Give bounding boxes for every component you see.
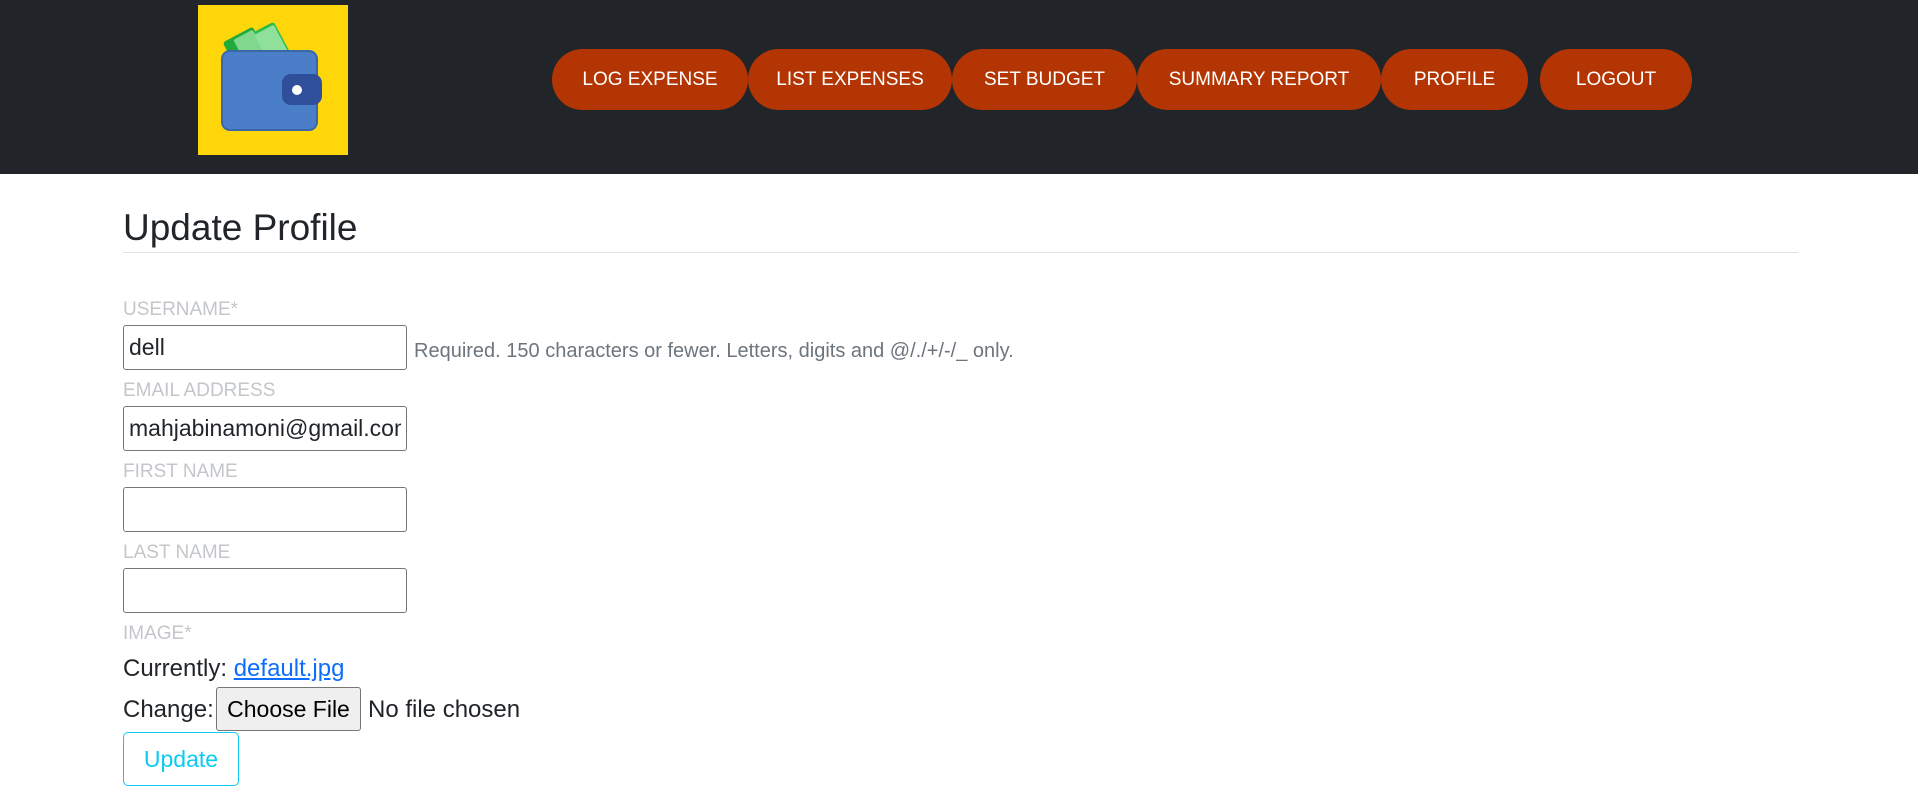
nav-list-expenses-button[interactable]: LIST EXPENSES [748, 49, 952, 110]
top-navbar: LOG EXPENSE LIST EXPENSES SET BUDGET SUM… [0, 0, 1918, 174]
last-name-input[interactable] [123, 568, 407, 613]
update-button[interactable]: Update [123, 732, 239, 786]
email-input[interactable] [123, 406, 407, 451]
last-name-label: LAST NAME [123, 542, 231, 563]
nav-logout-button[interactable]: LOGOUT [1540, 49, 1692, 110]
nav-list-expenses-label: LIST EXPENSES [776, 68, 924, 90]
first-name-input[interactable] [123, 487, 407, 532]
email-label: EMAIL ADDRESS [123, 380, 276, 401]
first-name-label: FIRST NAME [123, 461, 238, 482]
nav-profile-button[interactable]: PROFILE [1381, 49, 1528, 110]
username-input[interactable] [123, 325, 407, 370]
change-label: Change: [123, 696, 214, 723]
username-label: USERNAME* [123, 299, 239, 320]
nav-log-expense-label: LOG EXPENSE [582, 68, 718, 90]
page-title: Update Profile [123, 207, 358, 248]
update-button-label: Update [143, 745, 219, 772]
nav-logout-label: LOGOUT [1575, 68, 1657, 90]
nav-log-expense-button[interactable]: LOG EXPENSE [552, 49, 748, 110]
current-image-link[interactable]: default.jpg [234, 655, 345, 682]
logo[interactable] [198, 5, 348, 155]
current-image-row: Currently: default.jpg [123, 654, 344, 684]
title-divider [123, 252, 1798, 253]
nav-summary-report-label: SUMMARY REPORT [1168, 68, 1350, 90]
no-file-chosen-text: No file chosen [368, 696, 521, 723]
wallet-icon [221, 22, 322, 131]
choose-file-button[interactable]: Choose File [216, 687, 361, 731]
username-help-text: Required. 150 characters or fewer. Lette… [414, 340, 1014, 362]
nav-set-budget-button[interactable]: SET BUDGET [952, 49, 1137, 110]
nav-profile-label: PROFILE [1413, 68, 1496, 90]
choose-file-label: Choose File [227, 695, 350, 722]
image-label: IMAGE* [123, 623, 192, 644]
nav-summary-report-button[interactable]: SUMMARY REPORT [1137, 49, 1381, 110]
currently-label: Currently: [123, 655, 228, 682]
nav-set-budget-label: SET BUDGET [983, 68, 1106, 90]
